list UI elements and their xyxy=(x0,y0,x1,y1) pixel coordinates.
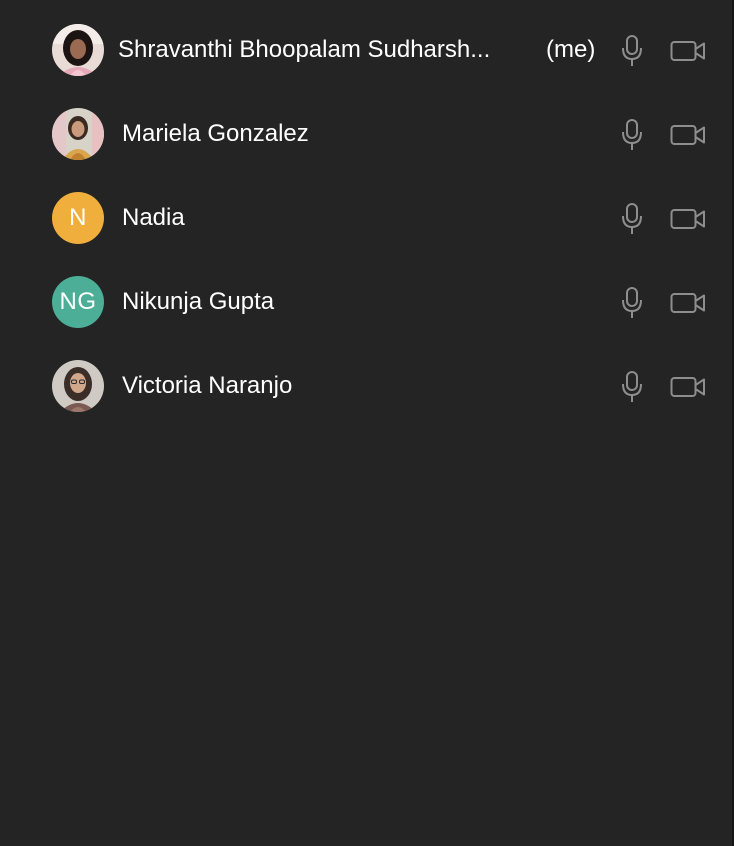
participant-name: Shravanthi Bhoopalam Sudharsh... xyxy=(118,36,491,63)
avatar-photo xyxy=(52,108,104,160)
participants-panel: Shravanthi Bhoopalam Sudharsh... (me) Ma… xyxy=(0,0,734,846)
participant-name: Victoria Naranjo xyxy=(122,372,293,399)
participant-row[interactable]: Shravanthi Bhoopalam Sudharsh... (me) xyxy=(0,8,732,92)
microphone-icon[interactable] xyxy=(620,34,644,68)
video-camera-icon[interactable] xyxy=(670,208,706,230)
microphone-icon[interactable] xyxy=(620,286,644,320)
avatar-photo xyxy=(52,24,104,76)
participant-name: Mariela Gonzalez xyxy=(122,120,309,147)
participant-name: Nikunja Gupta xyxy=(122,288,275,315)
participant-list: Shravanthi Bhoopalam Sudharsh... (me) Ma… xyxy=(0,8,732,428)
participant-row[interactable]: NG Nikunja Gupta xyxy=(0,260,732,344)
video-camera-icon[interactable] xyxy=(670,376,706,398)
video-camera-icon[interactable] xyxy=(670,40,706,62)
avatar-photo xyxy=(52,360,104,412)
participant-name: Nadia xyxy=(122,204,185,231)
video-camera-icon[interactable] xyxy=(670,124,706,146)
microphone-icon[interactable] xyxy=(620,202,644,236)
microphone-icon[interactable] xyxy=(620,370,644,404)
participant-row[interactable]: N Nadia xyxy=(0,176,732,260)
microphone-icon[interactable] xyxy=(620,118,644,152)
video-camera-icon[interactable] xyxy=(670,292,706,314)
avatar-initials: NG xyxy=(52,276,104,328)
participant-row[interactable]: Mariela Gonzalez xyxy=(0,92,732,176)
participant-row[interactable]: Victoria Naranjo xyxy=(0,344,732,428)
avatar-initials: N xyxy=(52,192,104,244)
self-indicator: (me) xyxy=(546,36,596,63)
